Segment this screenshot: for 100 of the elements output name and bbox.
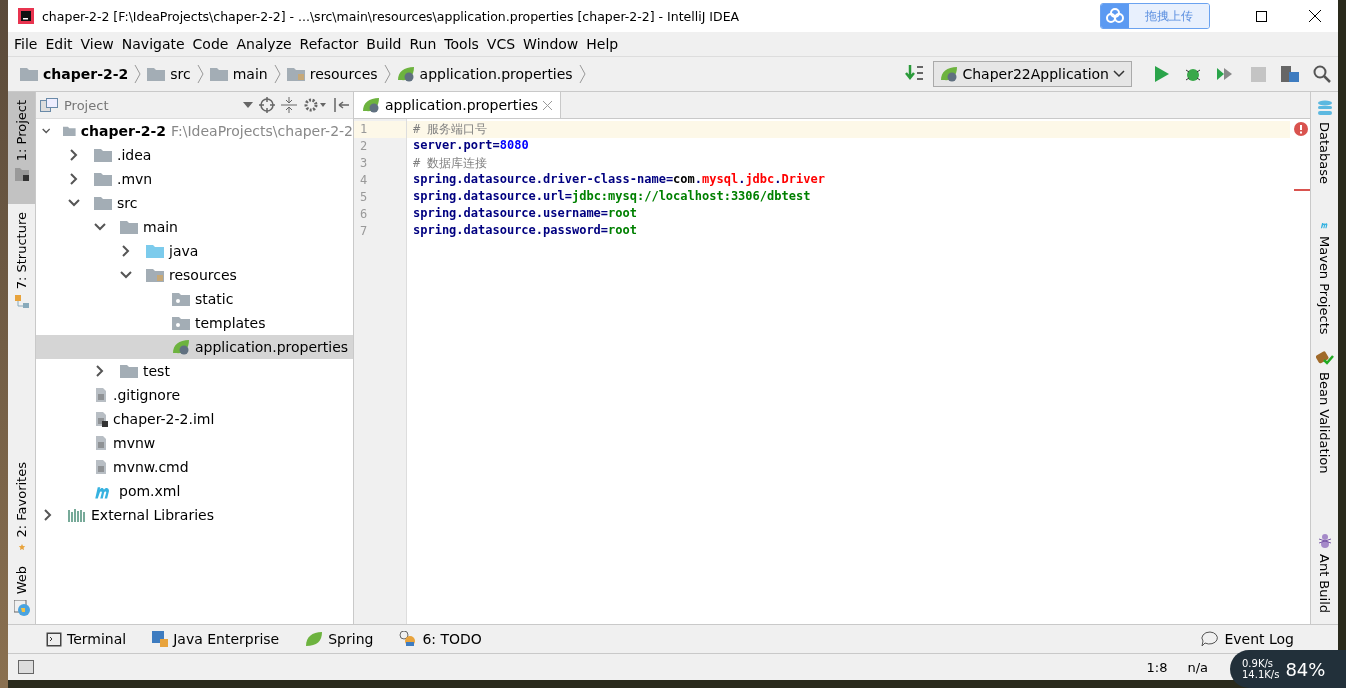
tree-item[interactable]: java (36, 239, 353, 263)
tree-item[interactable]: chaper-2-2.iml (36, 407, 353, 431)
menu-item[interactable]: Window (523, 36, 585, 52)
tool-window-button[interactable]: Java Enterprise (152, 631, 280, 647)
collapse-all-icon[interactable] (281, 97, 297, 113)
breadcrumb[interactable]: resources (286, 66, 378, 82)
run-config-dropdown[interactable]: Chaper22Application (933, 61, 1132, 87)
folder-icon (120, 220, 138, 234)
code-line: spring.datasource.url=jdbc:mysq://localhost:3306/dbtest (412, 189, 812, 205)
gear-icon[interactable] (303, 97, 327, 113)
breadcrumb-separator-icon (134, 64, 142, 84)
tool-window-tab[interactable]: Database (1311, 92, 1338, 212)
breadcrumb[interactable]: main (209, 66, 268, 82)
tool-window-tab[interactable]: 2: Favorites (8, 454, 35, 558)
resources-folder-icon (146, 268, 164, 282)
bug-icon (1185, 66, 1203, 82)
tree-item[interactable]: External Libraries (36, 503, 353, 527)
project-view-icon (40, 98, 58, 112)
menu-item[interactable]: Edit (45, 36, 79, 52)
project-folder-icon (20, 67, 38, 81)
menu-item[interactable]: Run (409, 36, 443, 52)
tree-item[interactable]: .idea (36, 143, 353, 167)
menu-item[interactable]: Navigate (121, 36, 191, 52)
encoding-status[interactable]: n/a (1187, 659, 1208, 675)
tree-item[interactable]: main (36, 215, 353, 239)
search-icon (1313, 65, 1331, 83)
chevron-down-icon (1113, 70, 1125, 78)
leaf-icon (172, 339, 190, 355)
menu-item[interactable]: Build (366, 36, 408, 52)
tool-window-tab[interactable]: 1: Project (8, 92, 35, 204)
tree-item[interactable]: mvnw.cmd (36, 455, 353, 479)
tool-window-tab[interactable]: 7: Structure (8, 204, 35, 316)
folder-icon (209, 67, 228, 81)
event-log-button[interactable]: Event Log (1201, 631, 1294, 647)
tree-item[interactable]: templates (36, 311, 353, 335)
tool-window-tab[interactable]: Ant Build (1311, 524, 1338, 624)
folder-icon (14, 167, 29, 182)
code-line: # 数据库连接 (412, 155, 489, 172)
menu-item[interactable]: VCS (486, 36, 522, 52)
bean-check-icon (1315, 350, 1334, 366)
menu-item[interactable]: File (14, 36, 44, 52)
menu-item[interactable]: Tools (444, 36, 485, 52)
libraries-icon (68, 508, 86, 522)
file-icon (94, 411, 108, 427)
tool-window-button[interactable]: Terminal (46, 631, 127, 647)
tree-item[interactable]: .gitignore (36, 383, 353, 407)
database-icon (1316, 100, 1333, 116)
structure-grid-icon (1281, 66, 1299, 82)
tool-window-tab[interactable]: Bean Validation (1311, 342, 1338, 502)
close-icon[interactable] (543, 100, 553, 110)
panel-title: Project (64, 97, 110, 113)
file-icon (94, 459, 108, 475)
file-icon (94, 435, 108, 451)
tool-window-tab[interactable]: Maven Projects (1311, 212, 1338, 342)
structure-icon (14, 295, 29, 308)
menu-item[interactable]: Help (586, 36, 625, 52)
play-icon (1155, 66, 1169, 82)
source-folder-icon (146, 244, 164, 258)
code-line: server.port=8080 (412, 138, 530, 154)
tree-item[interactable]: test (36, 359, 353, 383)
tree-item[interactable]: .mvn (36, 167, 353, 191)
crosshair-icon[interactable] (259, 97, 275, 113)
breadcrumb[interactable]: chaper-2-2 (20, 66, 129, 82)
tree-item[interactable]: static (36, 287, 353, 311)
editor-tab[interactable]: application.properties (354, 92, 562, 118)
folder-icon (120, 364, 138, 378)
folder-icon (94, 196, 112, 210)
tool-window-tab[interactable]: Web (8, 558, 35, 624)
project-folder-icon (63, 124, 76, 138)
breadcrumb[interactable]: src (147, 66, 191, 82)
folder-icon (172, 316, 190, 330)
folder-icon (94, 172, 112, 186)
tree-item[interactable]: resources (36, 263, 353, 287)
project-path: F:\IdeaProjects\chaper-2-2 (171, 123, 353, 139)
menu-item[interactable]: View (80, 36, 120, 52)
hide-panel-icon[interactable] (333, 97, 349, 113)
tree-item[interactable]: mvnw (36, 431, 353, 455)
window-title: chaper-2-2 [F:\IdeaProjects\chaper-2-2] - ...\src\main\resources\application.properties [chaper-2-2] - IntelliJ IDEA (42, 8, 741, 24)
tree-item[interactable]: src (36, 191, 353, 215)
line-number: 4 (359, 172, 369, 189)
cloud-icon (1105, 8, 1125, 24)
enterprise-icon (152, 631, 169, 647)
tree-item[interactable]: pom.xml (36, 479, 353, 503)
tool-windows-icon[interactable] (18, 660, 34, 674)
tool-window-button[interactable]: Spring (305, 631, 374, 647)
caret-position[interactable]: 1:8 (1146, 659, 1168, 675)
tree-item[interactable]: chaper-2-2 F:\IdeaProjects\chaper-2-2 (36, 119, 353, 143)
leaf-icon (305, 631, 324, 647)
tool-window-button[interactable]: 6: TODO (399, 631, 482, 647)
stop-icon (1250, 66, 1266, 82)
menu-item[interactable]: Code (192, 36, 235, 52)
dropdown-icon[interactable] (243, 102, 253, 108)
breadcrumb[interactable]: application.properties (396, 66, 573, 82)
menu-item[interactable]: Refactor (299, 36, 365, 52)
code-line: spring.datasource.driver-class-name=com.mysql.jdbc.Driver (412, 172, 826, 188)
tree-item[interactable]: application.properties (36, 335, 353, 359)
menu-item[interactable]: Analyze (236, 36, 298, 52)
leaf-icon (362, 97, 380, 113)
ant-icon (1316, 532, 1333, 548)
line-number: 5 (359, 189, 369, 206)
